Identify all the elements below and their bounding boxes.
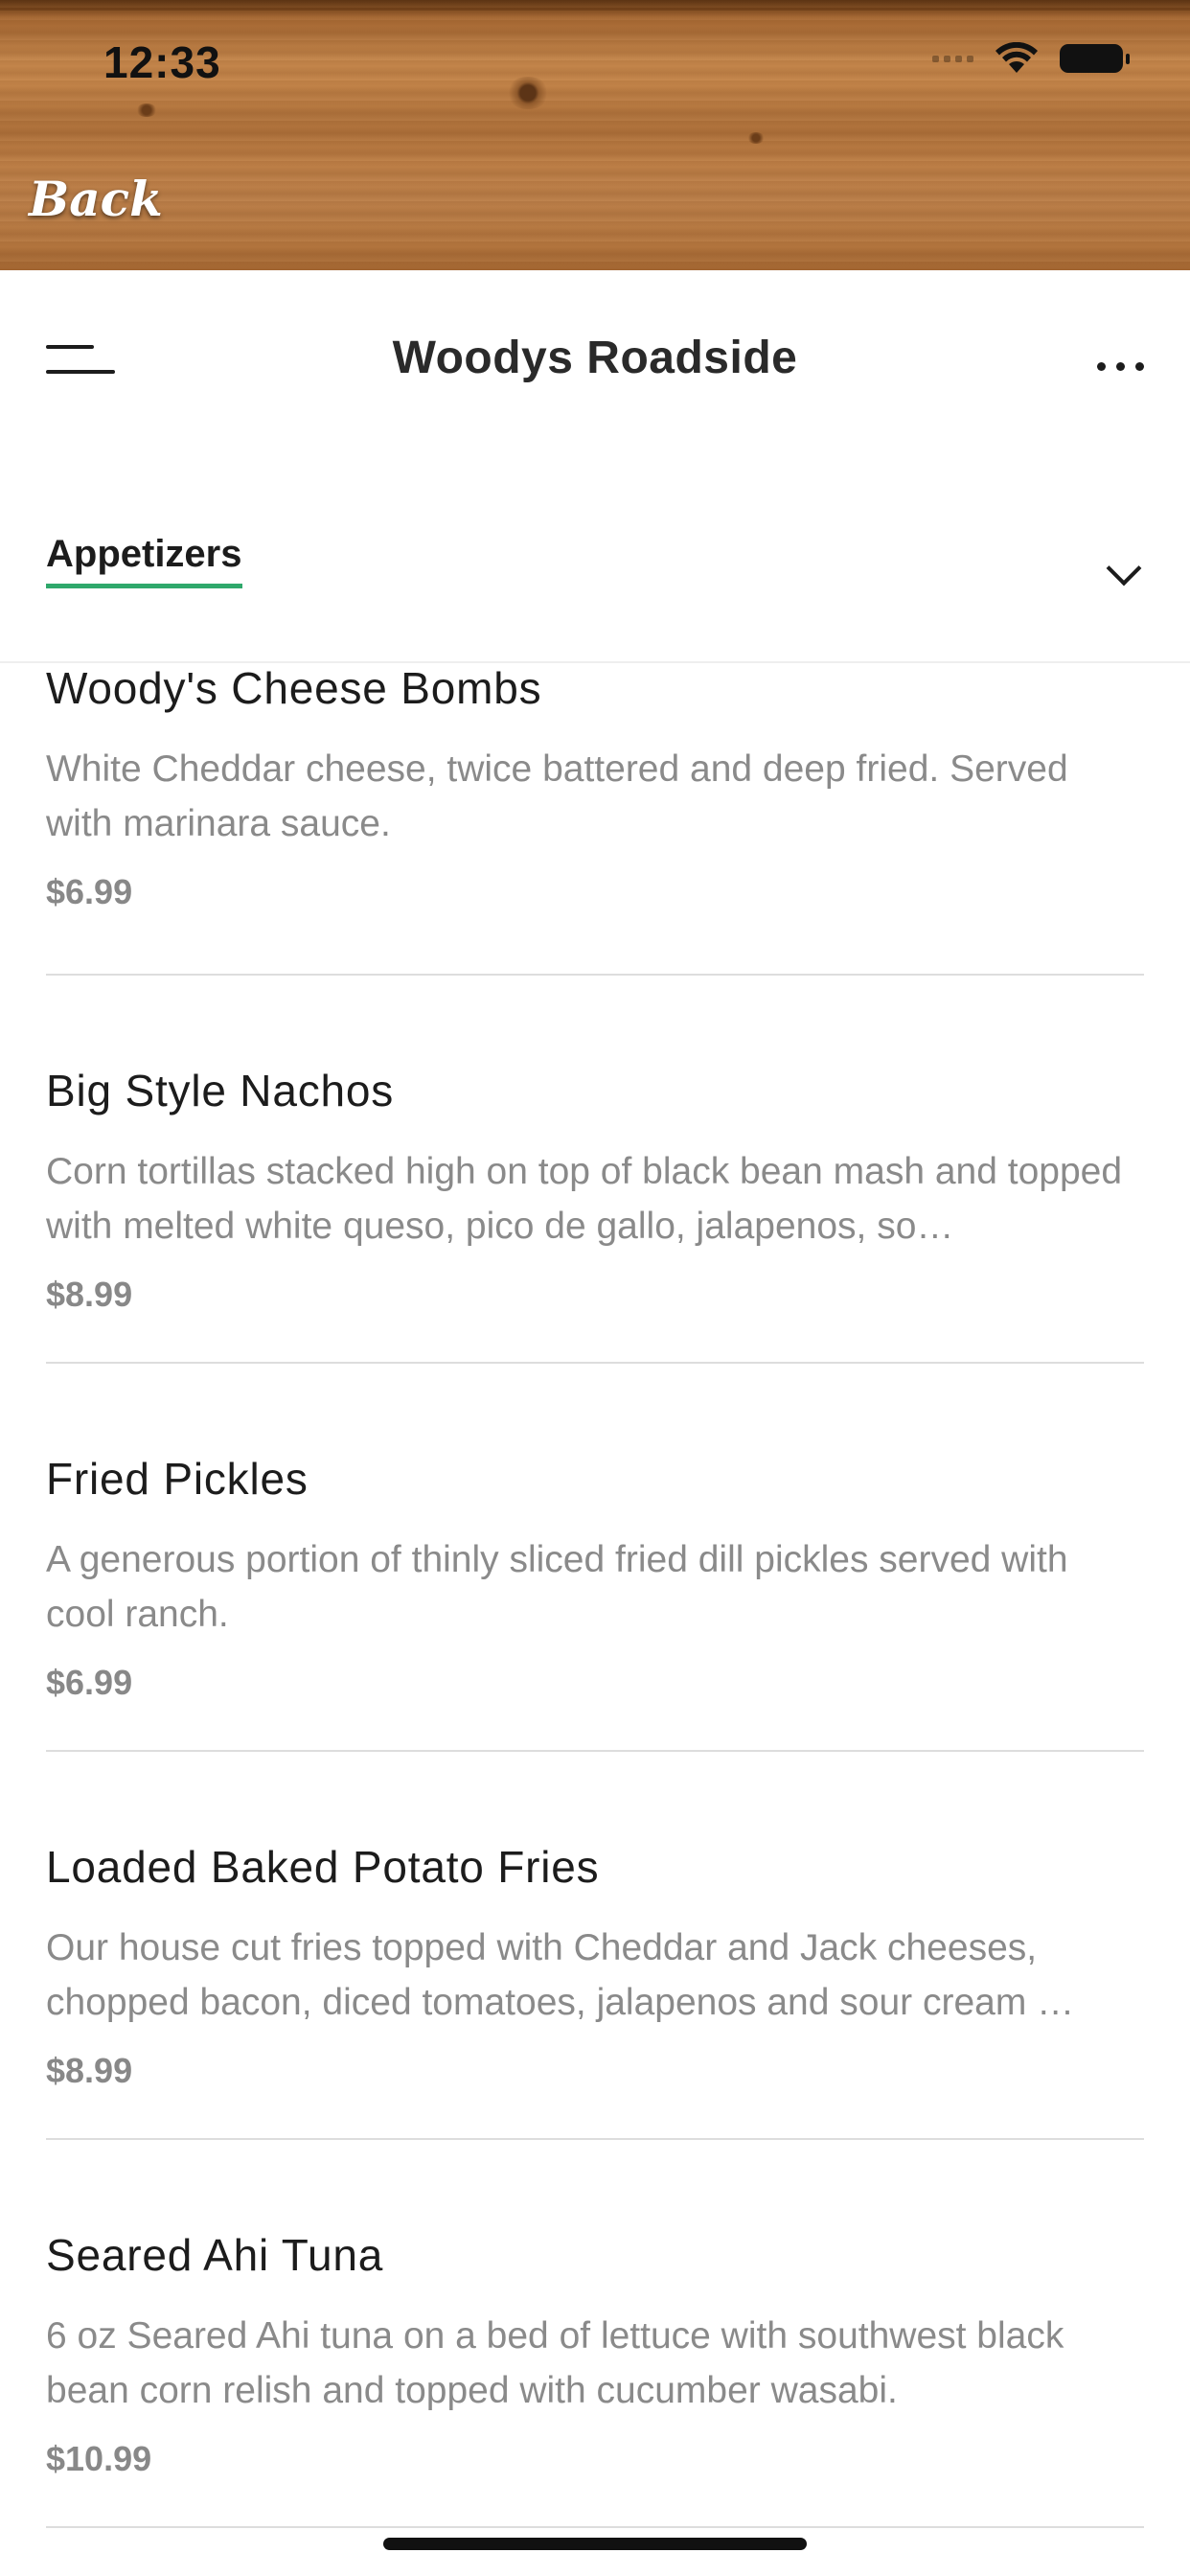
menu-item-description: Corn tortillas stacked high on top of bl… [46, 1151, 1123, 1247]
menu-item-name: Big Style Nachos [46, 1066, 395, 1116]
menu-item-description: 6 oz Seared Ahi tuna on a bed of lettuce… [46, 2315, 1064, 2411]
menu-item-name: Loaded Baked Potato Fries [46, 1842, 600, 1892]
menu-item-description: A generous portion of thinly sliced frie… [46, 1539, 1068, 1635]
battery-icon [1060, 44, 1130, 73]
menu-item[interactable]: Woody's Cheese Bombs White Cheddar chees… [0, 663, 1190, 976]
status-icons [932, 42, 1130, 75]
home-indicator[interactable] [383, 2538, 807, 2550]
menu-item[interactable]: Loaded Baked Potato Fries Our house cut … [0, 1752, 1190, 2140]
menu-item-price: $6.99 [46, 1663, 133, 1702]
menu-item-price: $8.99 [46, 1275, 133, 1314]
page-title: Woodys Roadside [392, 333, 798, 383]
menu-item-description: White Cheddar cheese, twice battered and… [46, 748, 1068, 844]
wood-knot [747, 132, 765, 144]
menu-item-name: Seared Ahi Tuna [46, 2230, 384, 2280]
navigation-bar: Woodys Roadside [0, 270, 1190, 453]
menu-item[interactable]: Big Style Nachos Corn tortillas stacked … [0, 976, 1190, 1364]
wood-knot [136, 104, 157, 117]
wood-grain-line [0, 8, 1190, 11]
category-tab-selected[interactable]: Appetizers [46, 533, 242, 588]
menu-list: Woody's Cheese Bombs White Cheddar chees… [0, 663, 1190, 2528]
menu-item[interactable]: Seared Ahi Tuna 6 oz Seared Ahi tuna on … [0, 2140, 1190, 2528]
wood-knot [506, 77, 550, 109]
status-time: 12:33 [103, 37, 221, 87]
menu-item-description: Our house cut fries topped with Cheddar … [46, 1927, 1075, 2023]
menu-item[interactable]: Fried Pickles A generous portion of thin… [0, 1364, 1190, 1752]
cellular-signal-icon [932, 55, 973, 62]
menu-item-price: $8.99 [46, 2051, 133, 2090]
menu-item-name: Fried Pickles [46, 1454, 309, 1504]
back-button[interactable]: Back [29, 171, 163, 227]
wifi-icon [995, 42, 1038, 73]
menu-item-price: $6.99 [46, 872, 133, 911]
menu-item-name: Woody's Cheese Bombs [46, 663, 542, 713]
chevron-down-icon[interactable] [1106, 550, 1142, 586]
more-options-icon[interactable] [1097, 362, 1144, 371]
category-selector[interactable]: Appetizers [0, 452, 1190, 663]
menu-item-price: $10.99 [46, 2439, 152, 2478]
